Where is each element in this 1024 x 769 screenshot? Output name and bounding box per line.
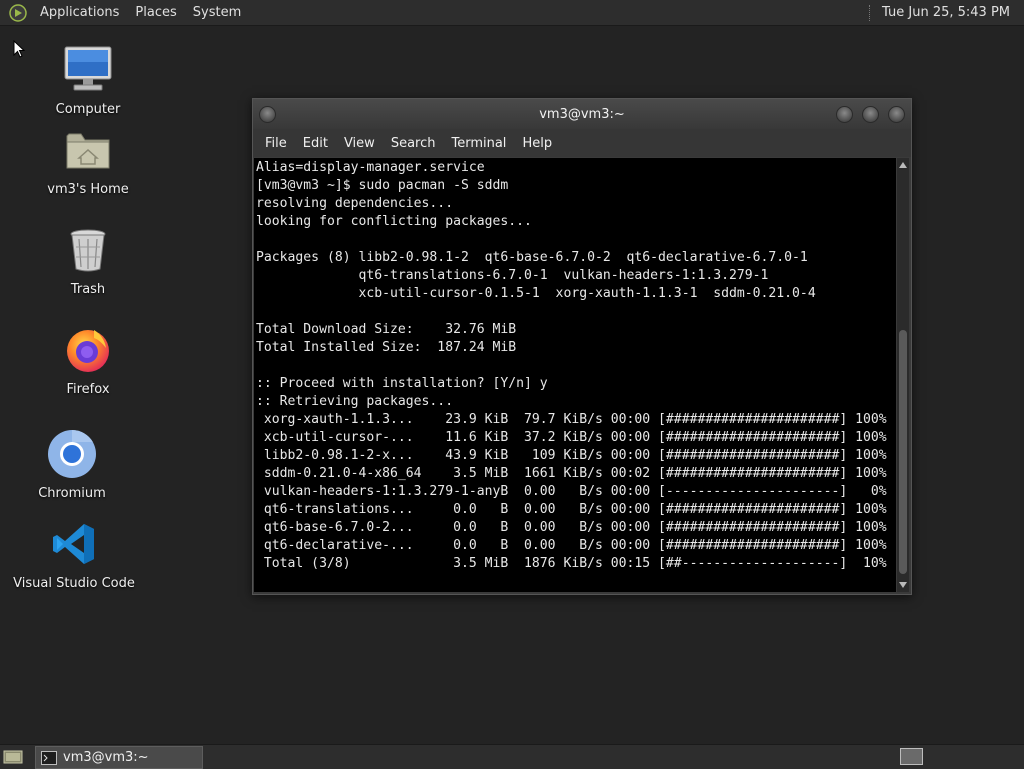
desktop-icon-vscode[interactable]: Visual Studio Code (13, 518, 135, 591)
desktop-icon-label: Visual Studio Code (13, 576, 135, 591)
terminal-menubar: File Edit View Search Terminal Help (253, 129, 911, 157)
desktop-icon-chromium[interactable]: Chromium (12, 428, 132, 501)
home-folder-icon (65, 124, 111, 176)
panel-separator (869, 4, 872, 21)
desktop-icon-trash[interactable]: Trash (28, 224, 148, 297)
top-panel: Applications Places System Tue Jun 25, 5… (0, 0, 1024, 26)
workspace-switcher[interactable] (900, 748, 923, 765)
terminal-scrollbar[interactable] (897, 158, 909, 592)
terminal-text: Alias=display-manager.service [vm3@vm3 ~… (256, 160, 887, 571)
clock[interactable]: Tue Jun 25, 5:43 PM (882, 5, 1024, 20)
scroll-up-arrow-icon[interactable] (899, 162, 907, 168)
desktop-icon-label: Trash (70, 282, 106, 297)
trash-icon (68, 224, 108, 276)
window-titlebar[interactable]: vm3@vm3:~ (253, 99, 911, 129)
menu-terminal[interactable]: Terminal (443, 136, 514, 151)
menu-view[interactable]: View (336, 136, 383, 151)
chromium-icon (47, 428, 97, 480)
window-title: vm3@vm3:~ (539, 106, 625, 122)
desktop-icon-label: vm3's Home (47, 182, 129, 197)
show-desktop-icon[interactable] (3, 749, 23, 765)
terminal-window[interactable]: vm3@vm3:~ File Edit View Search Terminal… (252, 98, 912, 595)
firefox-icon (64, 324, 112, 376)
minimize-button[interactable] (836, 106, 853, 123)
maximize-button[interactable] (862, 106, 879, 123)
menu-file[interactable]: File (257, 136, 295, 151)
desktop-icon-computer[interactable]: Computer (28, 44, 148, 117)
menu-search[interactable]: Search (383, 136, 444, 151)
scrollbar-thumb[interactable] (899, 330, 907, 574)
distro-logo-icon[interactable] (9, 3, 27, 22)
menu-system[interactable]: System (185, 0, 249, 25)
taskbar-terminal-button[interactable]: vm3@vm3:~ (35, 746, 203, 769)
desktop-icon-label: Computer (55, 102, 121, 117)
vscode-icon (51, 518, 97, 570)
menu-edit[interactable]: Edit (295, 136, 336, 151)
window-menu-button[interactable] (259, 106, 276, 123)
bottom-panel: vm3@vm3:~ (0, 744, 1024, 769)
desktop-icon-home[interactable]: vm3's Home (28, 124, 148, 197)
terminal-icon (41, 750, 57, 765)
computer-icon (62, 44, 114, 96)
close-button[interactable] (888, 106, 905, 123)
menu-places[interactable]: Places (127, 0, 184, 25)
taskbar-item-label: vm3@vm3:~ (63, 750, 149, 765)
desktop-icon-label: Firefox (66, 382, 110, 397)
scroll-down-arrow-icon[interactable] (899, 582, 907, 588)
menu-help[interactable]: Help (514, 136, 560, 151)
desktop-icon-firefox[interactable]: Firefox (28, 324, 148, 397)
desktop-icon-label: Chromium (38, 486, 106, 501)
terminal-output-area[interactable]: Alias=display-manager.service [vm3@vm3 ~… (254, 158, 896, 592)
mouse-pointer-icon (13, 40, 25, 58)
menu-applications[interactable]: Applications (32, 0, 127, 25)
